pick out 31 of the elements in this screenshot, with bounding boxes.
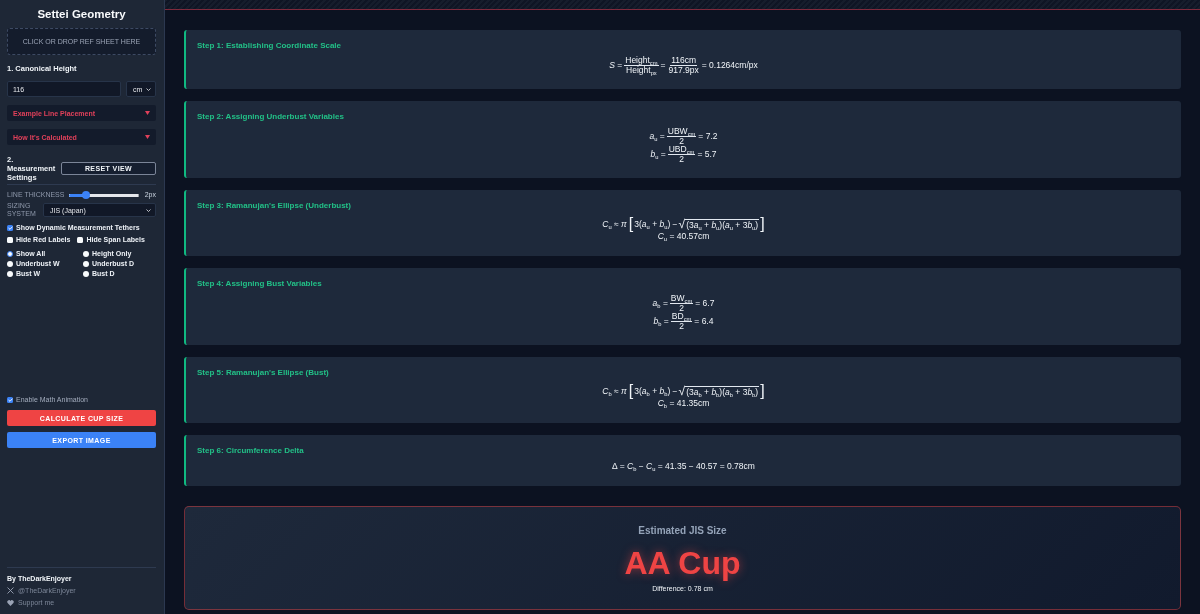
chevron-down-icon bbox=[146, 87, 151, 91]
math-formula: C$_{b}$ ≈ π[3(a$_{b}$ + b$_{b}$) −√(3a$_{b}$ + b$_{b}$)(a$_{b}$ + 3b$_{b}$)] bbox=[602, 383, 765, 398]
heart-icon bbox=[7, 599, 14, 606]
checkbox[interactable] bbox=[77, 236, 84, 243]
radio-button[interactable] bbox=[83, 270, 89, 277]
step-title: Step 5: Ramanujan's Ellipse (Bust) bbox=[197, 368, 329, 378]
result-heading: Estimated JIS Size bbox=[638, 526, 727, 536]
checkbox[interactable] bbox=[7, 224, 13, 231]
step-title: Step 3: Ramanujan's Ellipse (Underbust) bbox=[197, 201, 351, 211]
step-title: Step 6: Circumference Delta bbox=[197, 446, 304, 456]
chevron-down-icon bbox=[146, 208, 151, 212]
radio-button[interactable] bbox=[83, 250, 89, 257]
step-title: Step 1: Establishing Coordinate Scale bbox=[197, 41, 342, 51]
math-formula: C$_{u}$ ≈ π[3(a$_{u}$ + b$_{u}$) −√(3a$_{u}$ + b$_{u}$)(a$_{u}$ + 3b$_{u}$)] bbox=[602, 216, 765, 231]
step-title: Step 2: Assigning Underbust Variables bbox=[197, 112, 344, 122]
math-formula: C$_{u}$ = 40.57cm bbox=[657, 231, 710, 241]
math-formula: C$_{b}$ = 41.35cm bbox=[657, 398, 710, 408]
step-title: Step 4: Assigning Bust Variables bbox=[197, 279, 322, 289]
radio-button[interactable] bbox=[7, 270, 13, 277]
radio-button[interactable] bbox=[7, 260, 13, 267]
app-title: Settei Geometry bbox=[36, 8, 127, 21]
checkbox[interactable] bbox=[7, 396, 13, 403]
x-logo-icon bbox=[7, 587, 14, 594]
radio-button[interactable] bbox=[83, 260, 89, 267]
math-formula: Δ = C$_{b}$ − C$_{u}$ = 41.35 − 40.57 = 0.78cm bbox=[612, 461, 755, 471]
checkmark-icon bbox=[7, 225, 13, 230]
radio-button[interactable] bbox=[7, 250, 13, 257]
checkbox[interactable] bbox=[7, 236, 13, 243]
slider-thumb[interactable] bbox=[81, 191, 90, 199]
checkmark-icon bbox=[7, 397, 13, 402]
cup-size-result: AA Cup bbox=[624, 545, 741, 581]
